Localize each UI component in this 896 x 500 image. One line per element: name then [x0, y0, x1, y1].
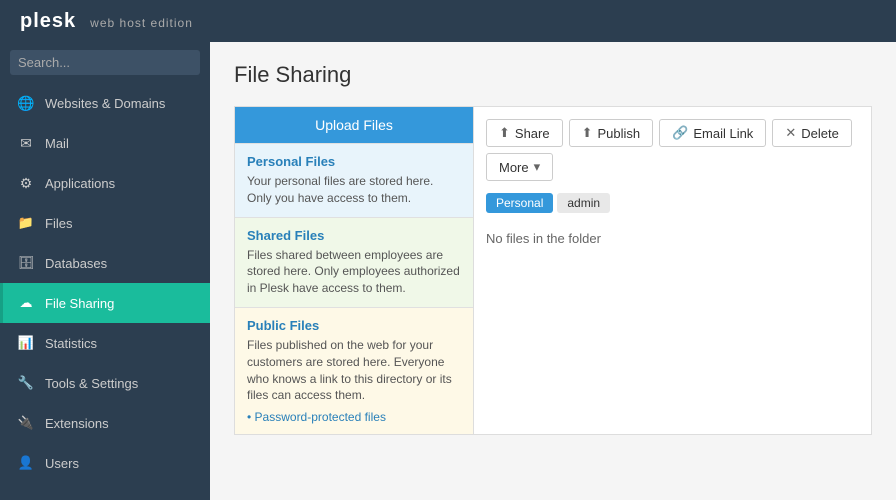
search-container: [0, 42, 210, 83]
upload-button[interactable]: Upload Files: [235, 107, 473, 143]
sidebar-item-label: Applications: [45, 176, 115, 191]
sidebar-item-label: Tools & Settings: [45, 376, 138, 391]
sidebar-item-databases[interactable]: Databases: [0, 243, 210, 283]
email-link-button[interactable]: 🔗 Email Link: [659, 119, 766, 147]
sidebar-item-label: Websites & Domains: [45, 96, 165, 111]
sidebar-item-filesharing[interactable]: File Sharing: [0, 283, 210, 323]
password-protected-link[interactable]: Password-protected files: [247, 410, 461, 424]
db-icon: [17, 254, 35, 272]
folder-panel: Upload Files Personal Files Your persona…: [234, 106, 474, 435]
breadcrumb-admin[interactable]: admin: [557, 193, 610, 213]
sidebar-item-tools[interactable]: Tools & Settings: [0, 363, 210, 403]
sidebar-item-extensions[interactable]: Extensions: [0, 403, 210, 443]
personal-files-item[interactable]: Personal Files Your personal files are s…: [235, 143, 473, 217]
users-icon: [17, 454, 35, 472]
topbar: plesk web host edition: [0, 0, 896, 42]
sidebar-item-label: Extensions: [45, 416, 109, 431]
sidebar-item-label: Files: [45, 216, 72, 231]
empty-folder-message: No files in the folder: [486, 223, 859, 254]
breadcrumb: Personal admin: [486, 193, 859, 213]
link-icon: 🔗: [672, 125, 688, 141]
shared-files-item[interactable]: Shared Files Files shared between employ…: [235, 217, 473, 307]
gear-icon: [17, 174, 35, 192]
globe-icon: [17, 94, 35, 112]
sidebar-item-label: Users: [45, 456, 79, 471]
stats-icon: [17, 334, 35, 352]
personal-files-desc: Your personal files are stored here. Onl…: [247, 173, 461, 207]
sidebar-item-label: Statistics: [45, 336, 97, 351]
sidebar-item-label: Databases: [45, 256, 107, 271]
file-toolbar: ⬆ Share ⬆ Publish 🔗 Email Link ✕ Delete: [486, 119, 859, 181]
share-button[interactable]: ⬆ Share: [486, 119, 563, 147]
sidebar-item-mail[interactable]: Mail: [0, 123, 210, 163]
files-icon: [17, 214, 35, 232]
mail-icon: [17, 134, 35, 152]
brand-logo: plesk web host edition: [14, 10, 193, 33]
page-title: File Sharing: [234, 62, 872, 88]
sidebar-item-users[interactable]: Users: [0, 443, 210, 483]
public-files-item[interactable]: Public Files Files published on the web …: [235, 307, 473, 434]
file-browser-panel: ⬆ Share ⬆ Publish 🔗 Email Link ✕ Delete: [474, 106, 872, 435]
tools-icon: [17, 374, 35, 392]
shared-files-title: Shared Files: [247, 228, 461, 243]
delete-button[interactable]: ✕ Delete: [772, 119, 851, 147]
personal-files-title: Personal Files: [247, 154, 461, 169]
sidebar-item-files[interactable]: Files: [0, 203, 210, 243]
search-input[interactable]: [10, 50, 200, 75]
publish-button[interactable]: ⬆ Publish: [569, 119, 654, 147]
sidebar-item-label: File Sharing: [45, 296, 114, 311]
ext-icon: [17, 414, 35, 432]
more-button[interactable]: More ▾: [486, 153, 553, 181]
delete-icon: ✕: [785, 125, 796, 141]
public-files-desc: Files published on the web for your cust…: [247, 337, 461, 404]
sidebar-item-applications[interactable]: Applications: [0, 163, 210, 203]
shared-files-desc: Files shared between employees are store…: [247, 247, 461, 297]
fileshare-icon: [17, 294, 35, 312]
sidebar-item-statistics[interactable]: Statistics: [0, 323, 210, 363]
content-body: Upload Files Personal Files Your persona…: [234, 106, 872, 435]
sidebar-item-label: Mail: [45, 136, 69, 151]
sidebar-item-websites[interactable]: Websites & Domains: [0, 83, 210, 123]
breadcrumb-personal[interactable]: Personal: [486, 193, 553, 213]
chevron-down-icon: ▾: [534, 159, 541, 175]
publish-icon: ⬆: [582, 125, 593, 141]
main-content: File Sharing Upload Files Personal Files…: [210, 42, 896, 500]
public-files-title: Public Files: [247, 318, 461, 333]
share-icon: ⬆: [499, 125, 510, 141]
sidebar: Websites & Domains Mail Applications Fil…: [0, 42, 210, 500]
